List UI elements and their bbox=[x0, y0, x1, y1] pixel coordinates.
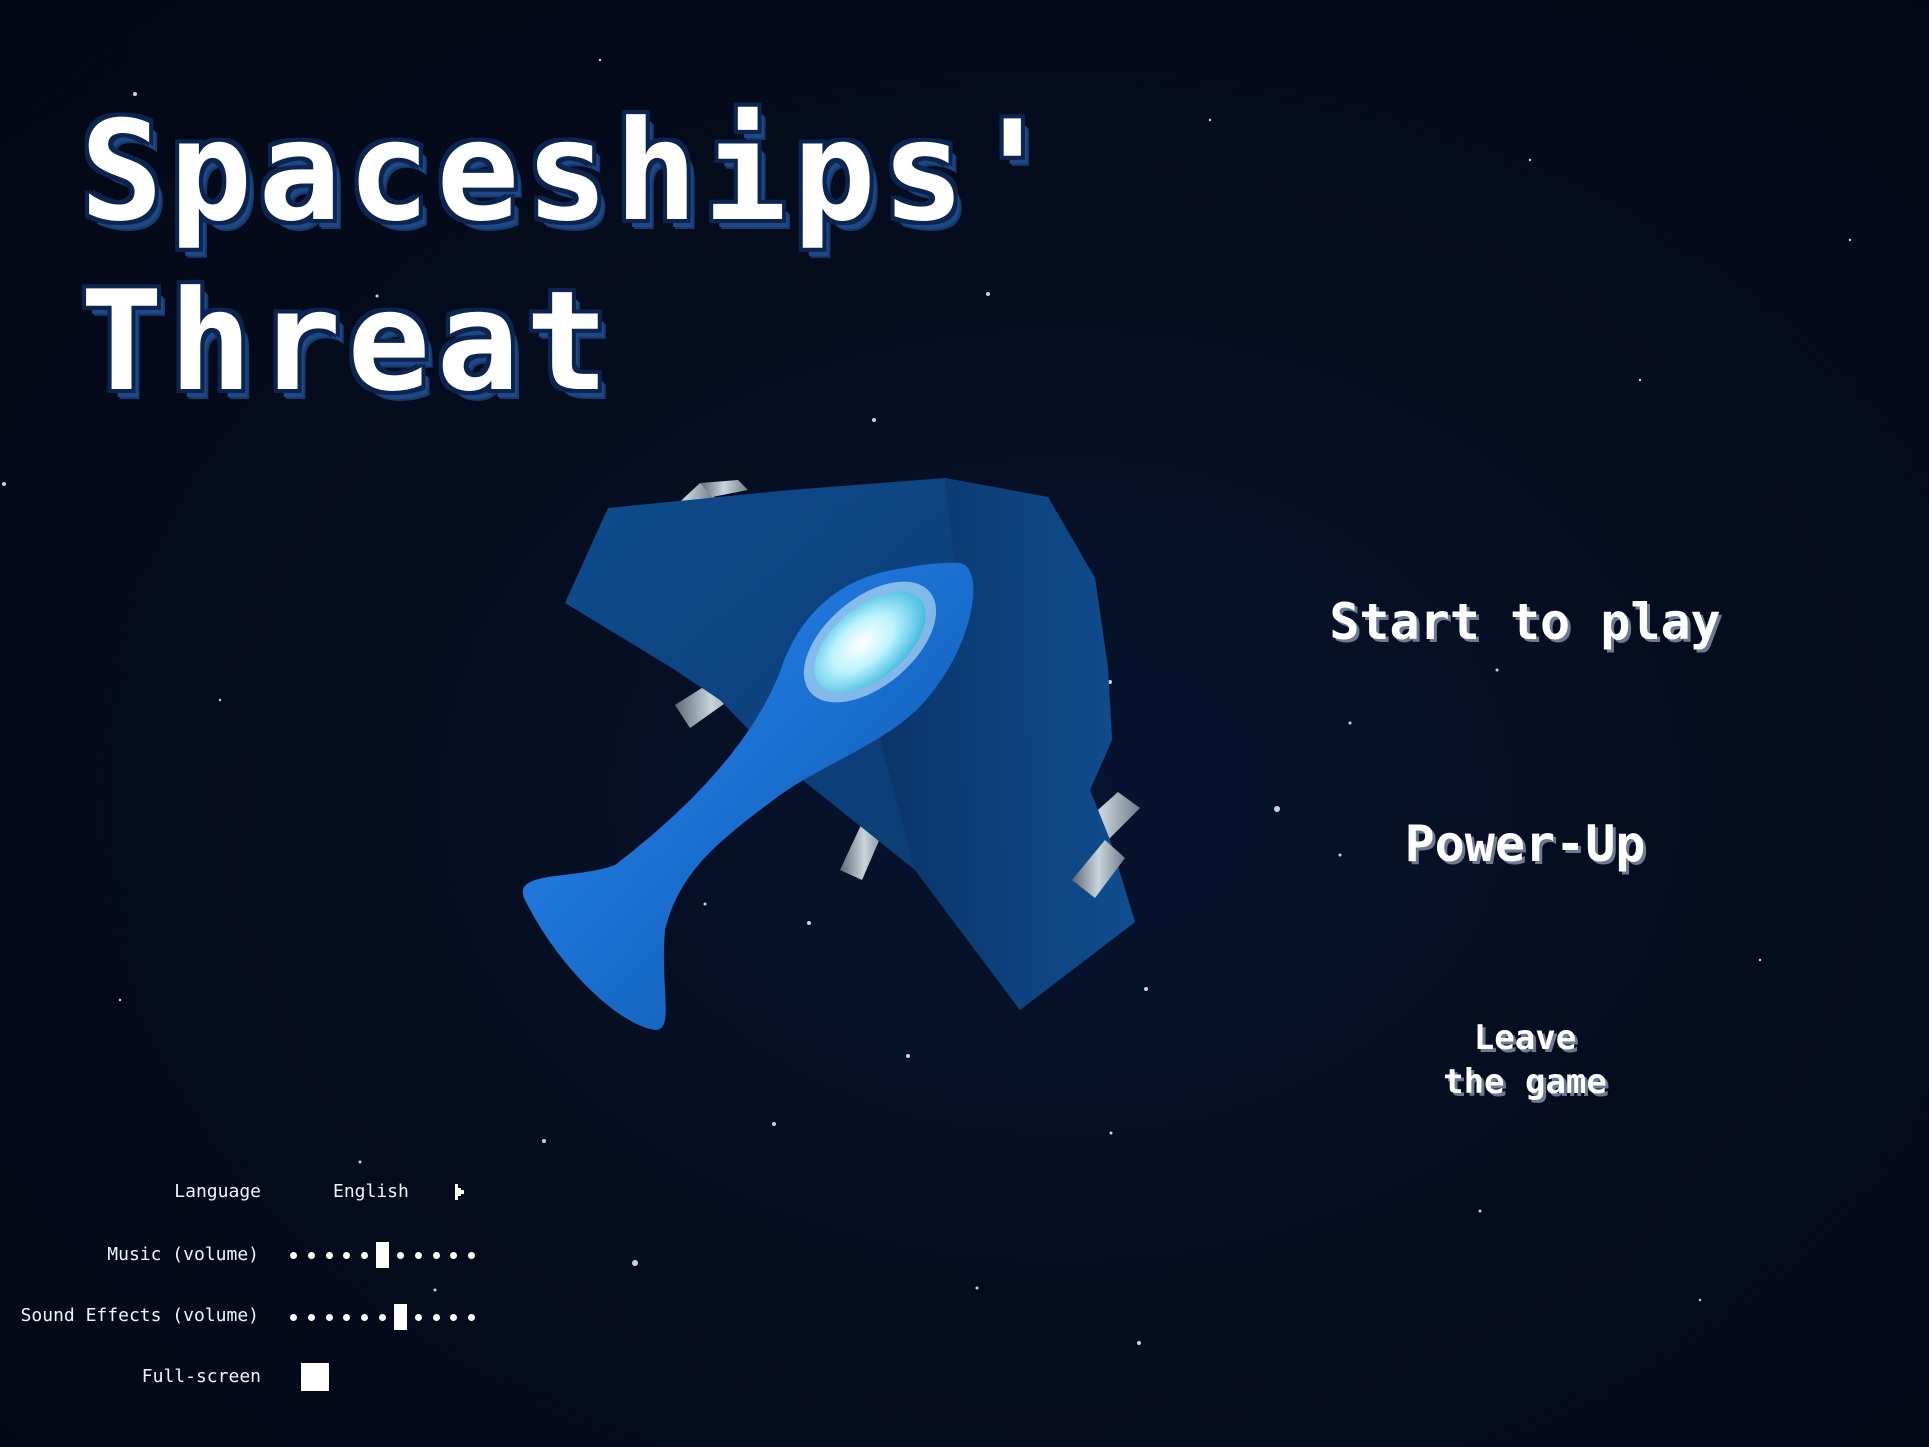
slider-step-dot bbox=[361, 1314, 368, 1321]
power-up-button[interactable]: Power-Up bbox=[1290, 812, 1760, 876]
slider-step-dot bbox=[343, 1252, 350, 1259]
leave-the-game-button[interactable]: Leave the game bbox=[1390, 1016, 1660, 1104]
music-volume-label: Music (volume) bbox=[107, 1244, 259, 1265]
slider-step-dot bbox=[326, 1314, 333, 1321]
music-volume-slider[interactable] bbox=[288, 1240, 488, 1270]
sound-effects-volume-slider[interactable] bbox=[288, 1302, 488, 1332]
slider-step-dot bbox=[433, 1252, 440, 1259]
slider-step-dot bbox=[468, 1314, 475, 1321]
leave-label-line-2: the game bbox=[1443, 1062, 1607, 1102]
slider-step-dot bbox=[415, 1252, 422, 1259]
slider-step-dot bbox=[290, 1252, 297, 1259]
leave-label-line-1: Leave bbox=[1473, 1018, 1577, 1058]
slider-step-dot bbox=[450, 1252, 457, 1259]
slider-thumb[interactable] bbox=[394, 1304, 407, 1330]
slider-step-dot bbox=[308, 1314, 315, 1321]
slider-step-dot bbox=[361, 1252, 368, 1259]
start-to-play-button[interactable]: Start to play bbox=[1290, 590, 1760, 654]
slider-step-dot bbox=[468, 1252, 475, 1259]
language-select[interactable]: English bbox=[333, 1181, 409, 1202]
game-title-line-2: Threat bbox=[80, 261, 615, 422]
sound-effects-volume-label: Sound Effects (volume) bbox=[20, 1305, 259, 1326]
slider-step-dot bbox=[326, 1252, 333, 1259]
slider-step-dot bbox=[308, 1252, 315, 1259]
slider-step-dot bbox=[379, 1314, 386, 1321]
slider-thumb[interactable] bbox=[376, 1242, 389, 1268]
game-title-line-1: Spaceships' bbox=[80, 91, 1060, 252]
slider-step-dot bbox=[290, 1314, 297, 1321]
arrow-right-icon[interactable] bbox=[455, 1182, 467, 1202]
slider-step-dot bbox=[450, 1314, 457, 1321]
language-label: Language bbox=[174, 1181, 261, 1202]
slider-step-dot bbox=[343, 1314, 350, 1321]
fullscreen-checkbox[interactable] bbox=[301, 1363, 329, 1391]
slider-step-dot bbox=[433, 1314, 440, 1321]
slider-step-dot bbox=[415, 1314, 422, 1321]
main-menu-screen: Spaceships' Threat Start to play Power-U… bbox=[0, 0, 1929, 1447]
spaceship-icon bbox=[522, 478, 1140, 1030]
fullscreen-label: Full-screen bbox=[141, 1366, 261, 1387]
slider-step-dot bbox=[397, 1252, 404, 1259]
